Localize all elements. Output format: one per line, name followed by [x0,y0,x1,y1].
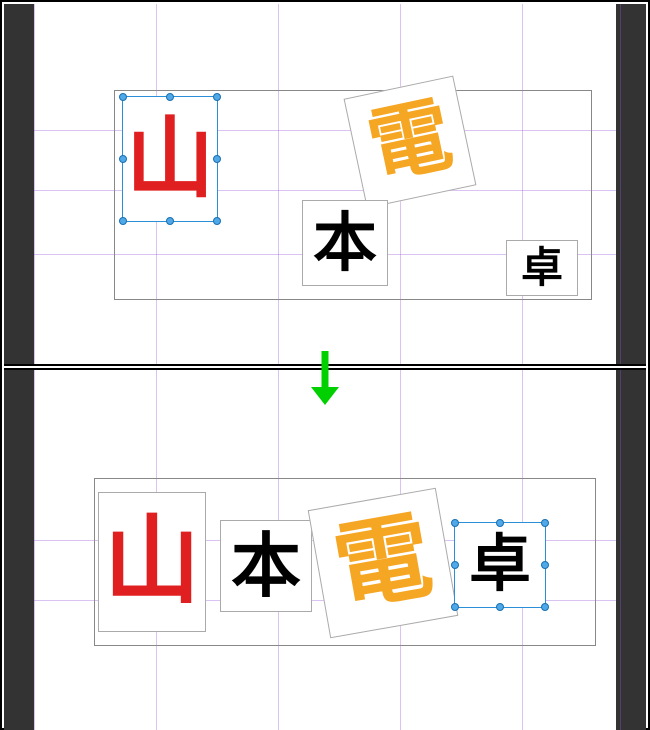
canvas-before[interactable]: 山 電本卓 [34,4,616,364]
glyph-taku: 卓 [521,247,563,289]
guide-vertical [34,4,35,364]
guide-vertical [34,370,35,730]
selection-handle[interactable] [119,217,127,225]
text-object-yama[interactable]: 山 [98,492,206,632]
after-panel: 山本電卓 [4,370,646,730]
selection-handle[interactable] [451,603,459,611]
selection-handle[interactable] [541,603,549,611]
selection-handle[interactable] [119,155,127,163]
text-object-hon[interactable]: 本 [302,200,388,286]
selection-handle[interactable] [166,93,174,101]
text-object-taku[interactable]: 卓 [454,522,546,608]
glyph-den: 電 [327,507,438,618]
selection-handle[interactable] [541,519,549,527]
glyph-yama: 山 [104,514,200,610]
ruler-left [4,370,34,730]
glyph-hon: 本 [313,211,377,275]
text-object-den[interactable]: 電 [344,76,477,209]
selection-handle[interactable] [213,217,221,225]
selection-handle[interactable] [213,93,221,101]
selection-handle[interactable] [451,561,459,569]
selection-handle[interactable] [496,519,504,527]
guide-vertical [620,4,621,364]
before-panel: 山 電本卓 [4,4,646,364]
ruler-left [4,4,34,364]
text-object-hon[interactable]: 本 [220,520,312,612]
selection-handle[interactable] [166,217,174,225]
selection-handle[interactable] [451,519,459,527]
selection-handle[interactable] [213,155,221,163]
selection-handle[interactable] [119,93,127,101]
glyph-taku: 卓 [469,534,531,596]
glyph-den: 電 [361,93,458,190]
guide-vertical [620,370,621,730]
glyph-yama: 山 [126,115,214,203]
selection-handle[interactable] [496,603,504,611]
glyph-hon: 本 [231,531,301,601]
selection-handle[interactable] [541,561,549,569]
text-object-taku[interactable]: 卓 [506,240,578,296]
canvas-after[interactable]: 山本電卓 [34,370,616,730]
text-object-yama[interactable]: 山 [122,96,218,222]
text-object-den[interactable]: 電 [308,488,459,639]
